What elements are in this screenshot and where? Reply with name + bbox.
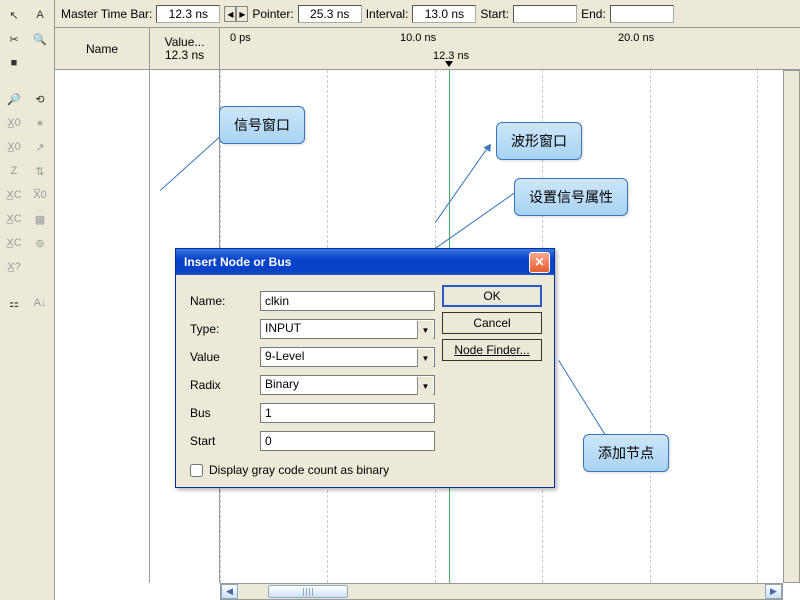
start-field[interactable] (260, 431, 435, 451)
value-label: Value (190, 350, 260, 364)
start-label: Start: (480, 7, 509, 21)
cursor-marker-icon[interactable] (445, 61, 453, 67)
start-label: Start (190, 434, 260, 448)
left-toolbar: ↖ A ✂ 🔍 ■ 🔎 ⟲ X̲0 ✶ X̲0 ↗ Z ⇅ X̲C X̅0 X̲… (0, 0, 55, 600)
scroll-thumb[interactable] (268, 585, 348, 598)
xq-icon[interactable]: X̲? (2, 256, 26, 278)
bus-field[interactable] (260, 403, 435, 423)
node-finder-button[interactable]: Node Finder... (442, 339, 542, 361)
master-time-stepper[interactable]: ◂▸ (224, 6, 248, 22)
find-icon[interactable]: 🔎 (2, 88, 26, 110)
xbar-icon[interactable]: X̅0 (28, 184, 52, 206)
chevron-down-icon: ▼ (417, 349, 433, 367)
tick-1: 10.0 ns (400, 32, 436, 44)
snow-icon[interactable]: ✶ (28, 112, 52, 134)
xu2-icon[interactable]: X̲0 (2, 136, 26, 158)
dialog-title: Insert Node or Bus (184, 255, 291, 269)
tick-0: 0 ps (230, 32, 251, 44)
signal-panel[interactable] (55, 70, 150, 583)
radix-combo[interactable]: Binary▼ (260, 375, 435, 395)
cut-icon[interactable]: ✂ (2, 28, 26, 50)
callout-wave-window: 波形窗口 (496, 122, 582, 160)
grid-icon[interactable]: ▦ (28, 208, 52, 230)
interval-label: Interval: (366, 7, 409, 21)
master-time-label: Master Time Bar: (61, 7, 152, 21)
scroll-left-icon[interactable]: ◀ (221, 584, 238, 599)
start-field[interactable] (513, 5, 577, 23)
pointer-tool-icon[interactable]: ↖ (2, 4, 26, 26)
callout-set-attributes: 设置信号属性 (514, 178, 628, 216)
xc3-icon[interactable]: X̲C (2, 232, 26, 254)
sort-icon[interactable]: A↓ (28, 292, 52, 314)
full-icon[interactable]: ■ (2, 52, 26, 74)
end-label: End: (581, 7, 606, 21)
callout-signal-window: 信号窗口 (219, 106, 305, 144)
xc-icon[interactable]: X̲C (2, 184, 26, 206)
scroll-right-icon[interactable]: ▶ (765, 584, 782, 599)
radix-label: Radix (190, 378, 260, 392)
dialog-titlebar[interactable]: Insert Node or Bus ✕ (176, 249, 554, 275)
value-column-header[interactable]: Value... 12.3 ns (150, 28, 220, 69)
time-info-bar: Master Time Bar: 12.3 ns ◂▸ Pointer: 25.… (55, 0, 800, 28)
arrow-icon[interactable]: ↗ (28, 136, 52, 158)
gray-code-label: Display gray code count as binary (209, 463, 389, 477)
type-label: Type: (190, 322, 260, 336)
name-column-header[interactable]: Name (55, 28, 150, 69)
z-icon[interactable]: Z (2, 160, 26, 182)
interval-field: 13.0 ns (412, 5, 476, 23)
master-time-field[interactable]: 12.3 ns (156, 5, 220, 23)
insert-node-dialog: Insert Node or Bus ✕ Name: Type: INPUT▼ … (175, 248, 555, 488)
pointer-label: Pointer: (252, 7, 293, 21)
updown-icon[interactable]: ⇅ (28, 160, 52, 182)
pointer-field: 25.3 ns (298, 5, 362, 23)
vertical-scrollbar[interactable] (783, 70, 800, 583)
chevron-down-icon: ▼ (417, 321, 433, 339)
value-combo[interactable]: 9-Level▼ (260, 347, 435, 367)
name-label: Name: (190, 294, 260, 308)
close-icon[interactable]: ✕ (529, 252, 550, 273)
end-field[interactable] (610, 5, 674, 23)
tick-2: 20.0 ns (618, 32, 654, 44)
chevron-down-icon: ▼ (417, 377, 433, 395)
xc2-icon[interactable]: X̲C (2, 208, 26, 230)
time-ruler[interactable]: 0 ps 10.0 ns 20.0 ns 12.3 ns (220, 28, 800, 69)
xu-icon[interactable]: X̲0 (2, 112, 26, 134)
cancel-button[interactable]: Cancel (442, 312, 542, 334)
zoom-icon[interactable]: 🔍 (28, 28, 52, 50)
text-tool-icon[interactable]: A (28, 4, 52, 26)
target-icon[interactable]: ⊚ (28, 232, 52, 254)
refresh-icon[interactable]: ⟲ (28, 88, 52, 110)
bus-label: Bus (190, 406, 260, 420)
type-combo[interactable]: INPUT▼ (260, 319, 435, 339)
name-field[interactable] (260, 291, 435, 311)
gray-code-checkbox[interactable] (190, 464, 203, 477)
column-header: Name Value... 12.3 ns 0 ps 10.0 ns 20.0 … (55, 28, 800, 70)
qr-icon[interactable]: ⚏ (2, 292, 26, 314)
callout-add-node: 添加节点 (583, 434, 669, 472)
ok-button[interactable]: OK (442, 285, 542, 307)
horizontal-scrollbar[interactable]: ◀ ▶ (220, 583, 783, 600)
